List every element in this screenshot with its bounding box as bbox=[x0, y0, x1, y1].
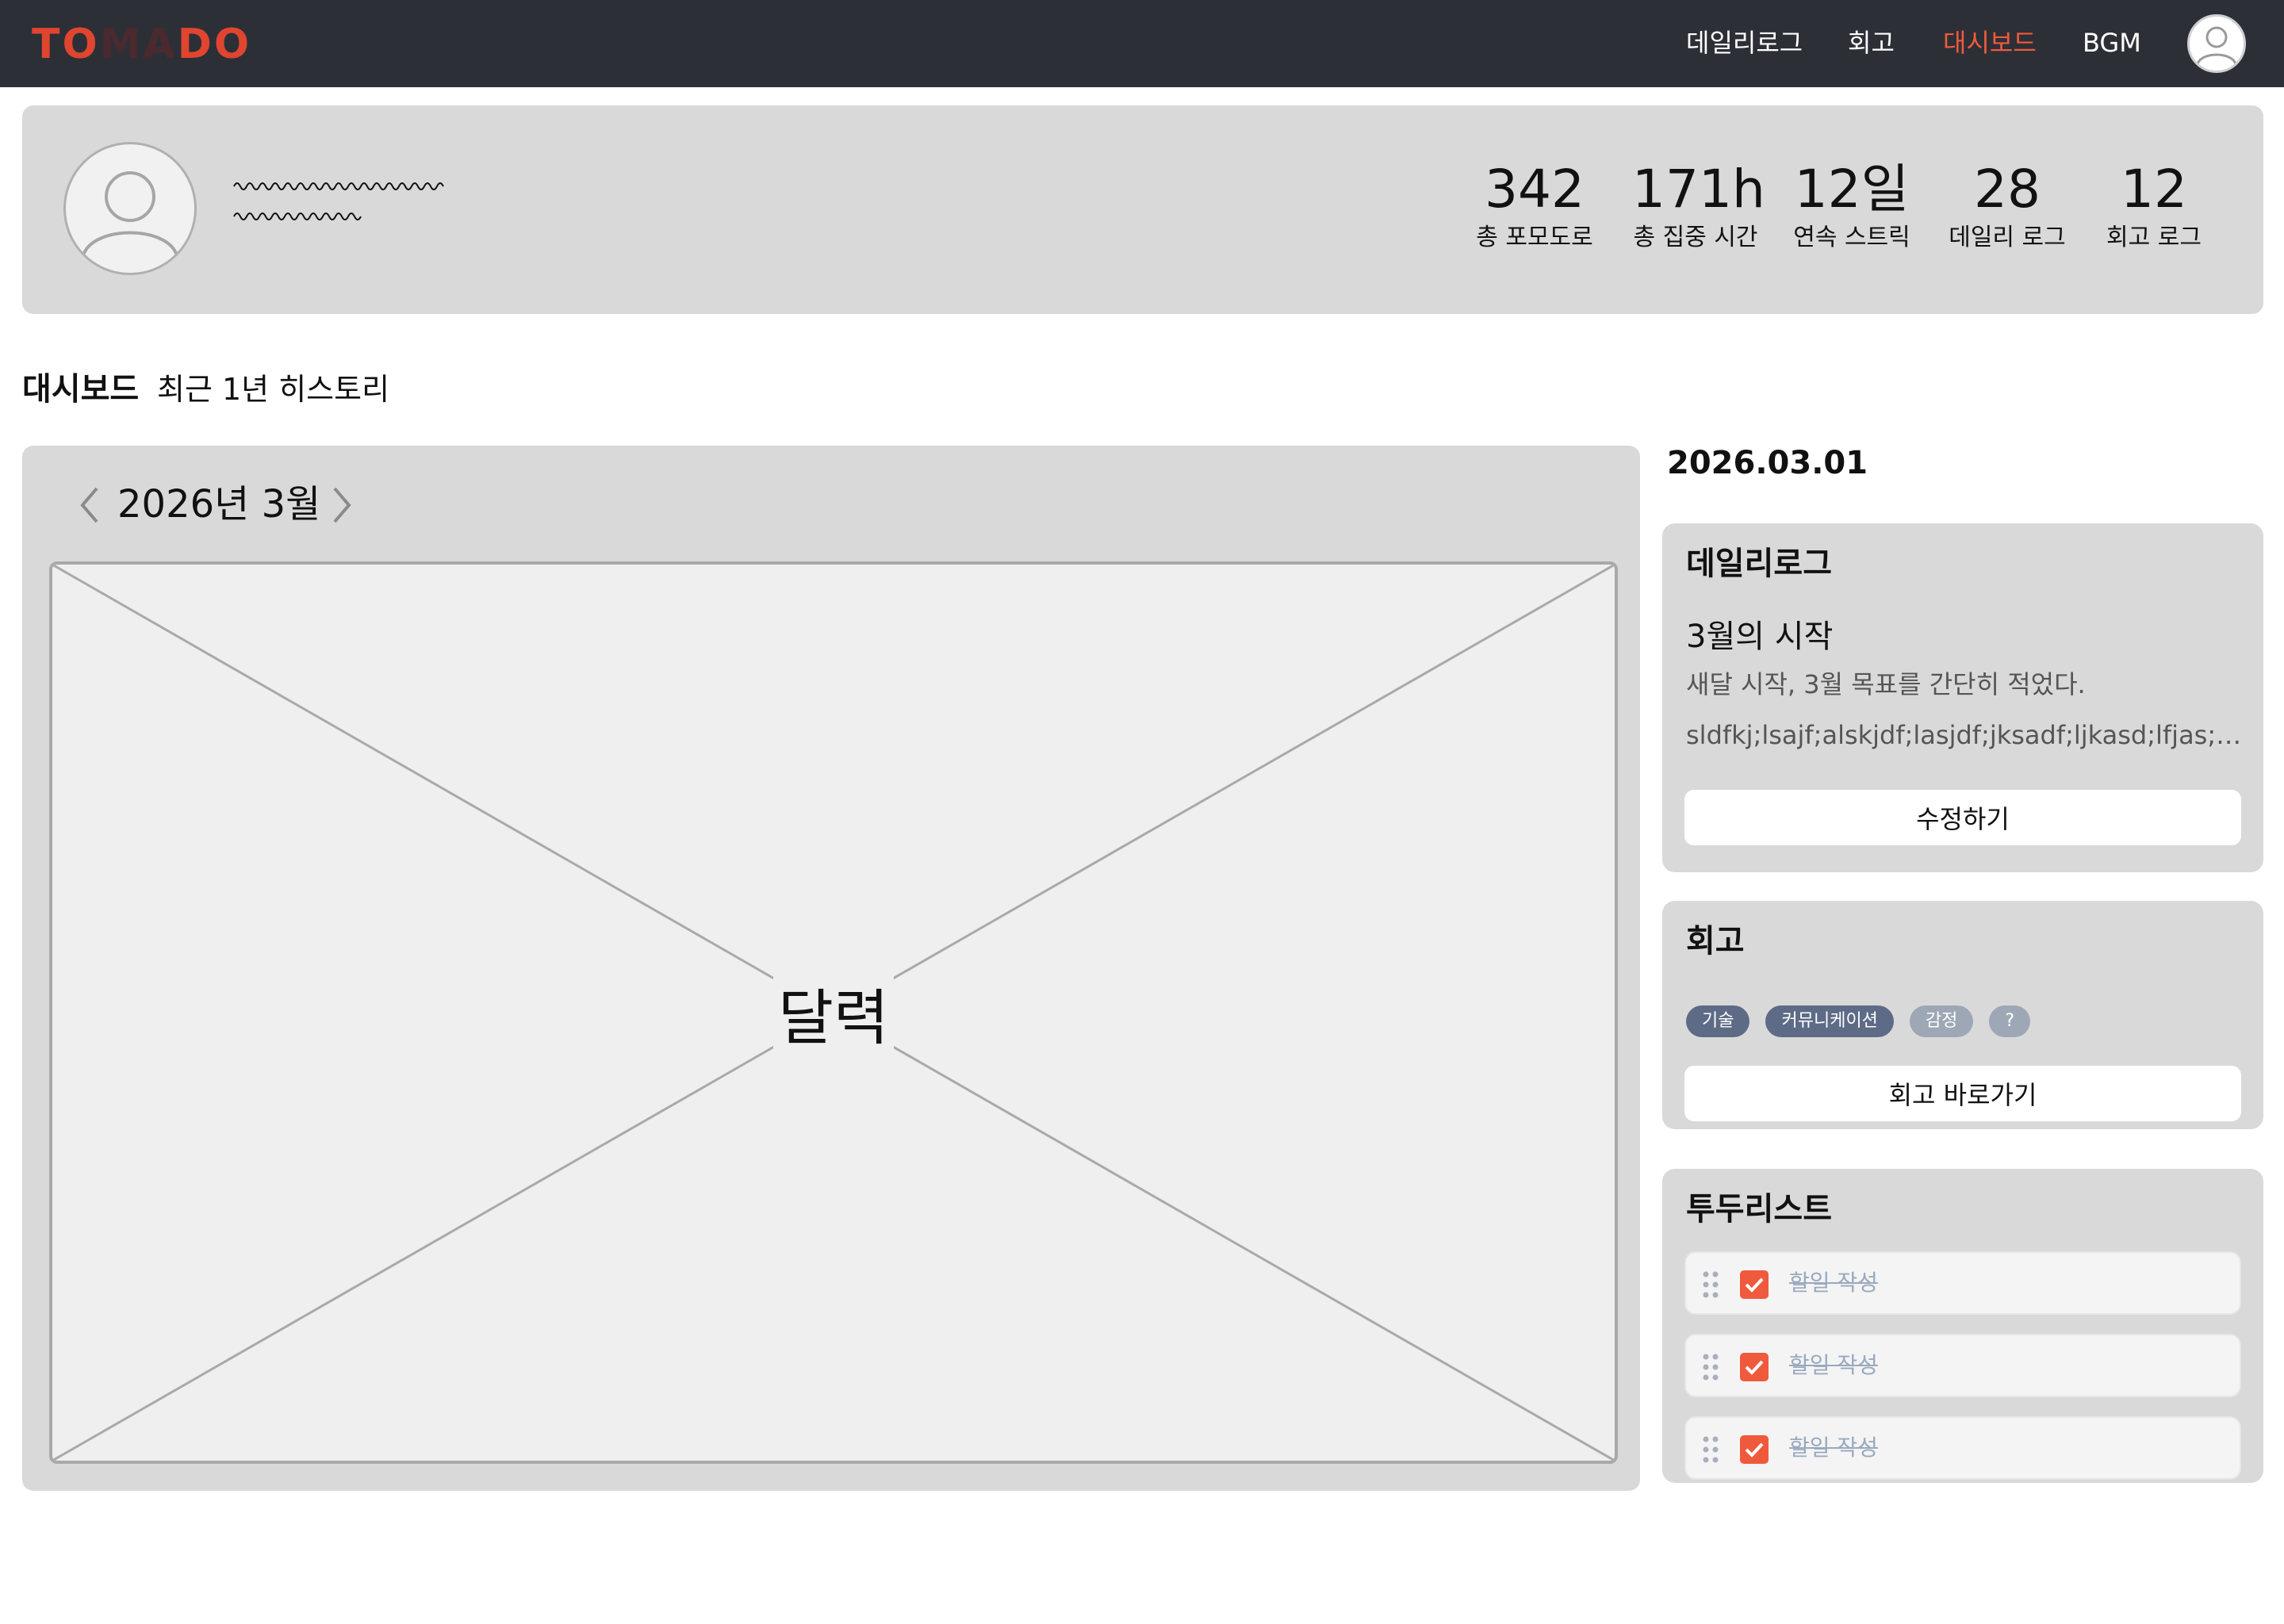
calendar-placeholder-label: 달력 bbox=[773, 969, 894, 1056]
profile-summary-card: 342 총 포모도로 171h 총 집중 시간 12일 연속 스트릭 28 데일… bbox=[22, 105, 2263, 314]
daily-log-card: 데일리로그 3월의 시작 새달 시작, 3월 목표를 간단히 적었다. sldf… bbox=[1662, 523, 2263, 872]
todo-item-text: 할일 작성 bbox=[1789, 1270, 1878, 1296]
stat-daily-log-count: 28 데일리 로그 bbox=[1948, 161, 2067, 253]
page-subtitle: 최근 1년 히스토리 bbox=[157, 372, 390, 407]
calendar-panel: 2026년 3월 달력 bbox=[22, 446, 1640, 1491]
todo-item[interactable]: 할일 작성 bbox=[1684, 1251, 2241, 1315]
daily-log-entry-title: 3월의 시작 bbox=[1686, 619, 1834, 655]
chevron-right-icon[interactable] bbox=[322, 477, 362, 533]
tag-badge[interactable]: 커뮤니케이션 bbox=[1765, 1005, 1894, 1037]
stat-value: 171h bbox=[1632, 159, 1765, 220]
todo-item-text: 할일 작성 bbox=[1789, 1352, 1878, 1378]
user-avatar-icon[interactable] bbox=[63, 142, 197, 275]
checkbox-checked-icon[interactable] bbox=[1740, 1353, 1769, 1381]
nav-item-dashboard[interactable]: 대시보드 bbox=[1943, 27, 2037, 59]
stat-streak: 12일 연속 스트릭 bbox=[1792, 161, 1911, 253]
nav-item-retrospect[interactable]: 회고 bbox=[1848, 27, 1895, 59]
page-title: 대시보드 bbox=[22, 371, 140, 408]
calendar-month-label: 2026년 3월 bbox=[117, 482, 321, 527]
todo-item[interactable]: 할일 작성 bbox=[1684, 1334, 2241, 1397]
stat-total-focus-time: 171h 총 집중 시간 bbox=[1632, 159, 1765, 253]
edit-daily-log-button[interactable]: 수정하기 bbox=[1684, 790, 2241, 845]
daily-log-entry-summary: 새달 시작, 3월 목표를 간단히 적었다. bbox=[1686, 669, 2086, 699]
top-navigation-bar: TOMADO 데일리로그 회고 대시보드 BGM bbox=[0, 0, 2284, 87]
checkbox-checked-icon[interactable] bbox=[1740, 1270, 1769, 1299]
todo-item[interactable]: 할일 작성 bbox=[1684, 1416, 2241, 1480]
daily-log-entry-body: sldfkj;lsajf;alskjdf;lasjdf;jksadf;ljkas… bbox=[1686, 720, 2244, 750]
user-avatar-icon[interactable] bbox=[2187, 14, 2246, 73]
stat-label: 데일리 로그 bbox=[1949, 224, 2066, 251]
checkbox-checked-icon[interactable] bbox=[1740, 1435, 1769, 1464]
todo-list-card: 투두리스트 할일 작성 할일 작성 할일 작성 bbox=[1662, 1169, 2263, 1483]
chevron-left-icon[interactable] bbox=[70, 477, 109, 533]
retrospect-tag-list: 기술 커뮤니케이션 감정 ? bbox=[1686, 1005, 2031, 1037]
retrospect-card: 회고 기술 커뮤니케이션 감정 ? 회고 바로가기 bbox=[1662, 901, 2263, 1129]
app-logo[interactable]: TOMADO bbox=[32, 24, 251, 65]
redacted-email-scribble bbox=[233, 213, 362, 220]
drag-handle-icon[interactable] bbox=[1702, 1435, 1719, 1464]
stat-label: 총 집중 시간 bbox=[1633, 224, 1758, 251]
go-to-retrospect-button[interactable]: 회고 바로가기 bbox=[1684, 1066, 2241, 1121]
tag-badge[interactable]: 감정 bbox=[1909, 1005, 1974, 1037]
todo-list-title: 투두리스트 bbox=[1686, 1191, 1832, 1228]
retrospect-title: 회고 bbox=[1686, 923, 1745, 959]
selected-date: 2026.03.01 bbox=[1667, 445, 1868, 481]
stat-total-pomodoro: 342 총 포모도로 bbox=[1475, 161, 1594, 253]
redacted-name-scribble bbox=[233, 182, 444, 190]
calendar-placeholder[interactable]: 달력 bbox=[49, 561, 1618, 1464]
tag-badge[interactable]: ? bbox=[1989, 1005, 2031, 1037]
nav-item-daily-log[interactable]: 데일리로그 bbox=[1686, 27, 1803, 59]
stat-value: 342 bbox=[1485, 159, 1585, 220]
stat-retrospect-count: 12 회고 로그 bbox=[2098, 161, 2209, 253]
stat-label: 총 포모도로 bbox=[1476, 224, 1593, 251]
drag-handle-icon[interactable] bbox=[1702, 1270, 1719, 1299]
stat-value: 28 bbox=[1974, 159, 2041, 220]
daily-log-title: 데일리로그 bbox=[1686, 546, 1832, 582]
stat-value: 12일 bbox=[1794, 159, 1910, 220]
nav-item-bgm[interactable]: BGM bbox=[2083, 27, 2141, 59]
drag-handle-icon[interactable] bbox=[1702, 1353, 1719, 1381]
stat-value: 12 bbox=[2121, 159, 2187, 220]
todo-list[interactable]: 할일 작성 할일 작성 할일 작성 bbox=[1684, 1251, 2241, 1483]
tag-badge[interactable]: 기술 bbox=[1686, 1005, 1750, 1037]
stat-label: 회고 로그 bbox=[2106, 224, 2202, 251]
stat-label: 연속 스트릭 bbox=[1793, 224, 1910, 251]
todo-item-text: 할일 작성 bbox=[1789, 1434, 1878, 1461]
